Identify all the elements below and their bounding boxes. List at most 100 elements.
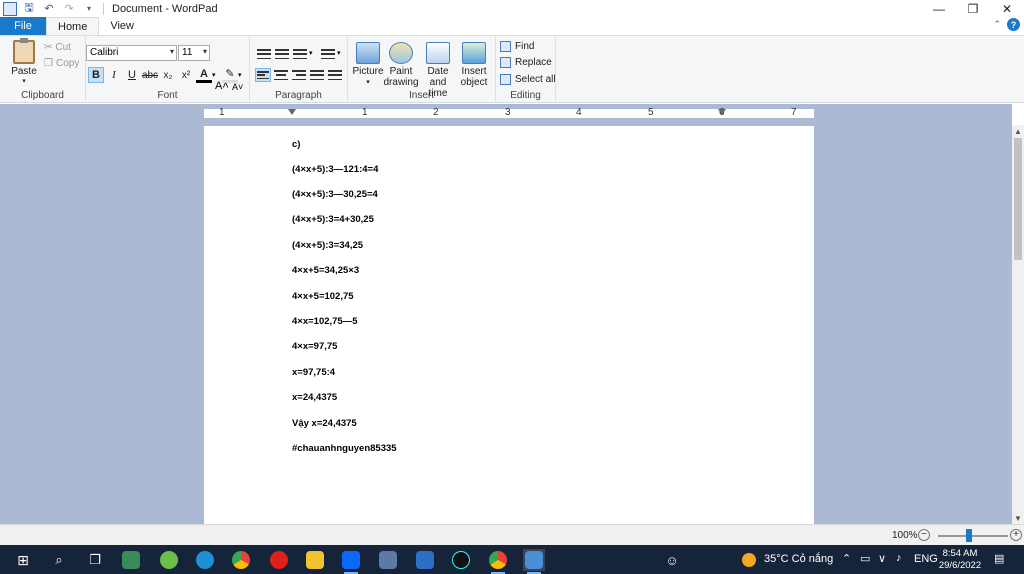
- volume-icon[interactable]: ♪: [896, 552, 902, 564]
- windows-start-icon[interactable]: ⊞: [12, 549, 34, 571]
- paste-dropdown-icon[interactable]: ▾: [22, 77, 26, 85]
- shrink-font-icon[interactable]: A˅: [232, 82, 243, 92]
- font-size-select[interactable]: 11 ▾: [178, 45, 210, 61]
- undo-icon[interactable]: ↶: [41, 2, 57, 16]
- minimize-ribbon-icon[interactable]: ⌃: [993, 19, 1001, 30]
- paint-drawing-button[interactable]: Paint drawing: [381, 42, 421, 88]
- tiktok-icon[interactable]: [450, 549, 472, 571]
- zoom-out-icon[interactable]: −: [918, 529, 930, 541]
- toolbar-separator: [103, 2, 104, 15]
- select-all-button[interactable]: Select all: [500, 74, 556, 85]
- bullets-icon[interactable]: [292, 47, 308, 61]
- highlight-icon[interactable]: ✎: [222, 67, 238, 83]
- ruler-number: 4: [576, 107, 582, 118]
- battery-icon[interactable]: ▭: [860, 552, 870, 565]
- scroll-up-icon[interactable]: ▲: [1012, 125, 1024, 137]
- ruler: 1 1 2 3 4 5 6 7: [0, 104, 1012, 122]
- wordpad-app-icon[interactable]: [3, 1, 17, 16]
- close-button[interactable]: ✕: [990, 0, 1024, 17]
- align-right-icon[interactable]: [291, 68, 307, 82]
- decrease-indent-icon[interactable]: [256, 47, 272, 61]
- paste-label: Paste: [11, 66, 37, 77]
- cut-button[interactable]: ✂ Cut: [44, 42, 71, 53]
- font-family-select[interactable]: Calibri ▾: [86, 45, 177, 61]
- find-button[interactable]: Find: [500, 41, 534, 52]
- zoom-slider-thumb[interactable]: [966, 529, 972, 542]
- vertical-scrollbar[interactable]: ▲ ▼: [1012, 125, 1024, 524]
- chrome-icon[interactable]: [230, 549, 252, 571]
- date-time-button[interactable]: Date and time: [418, 42, 458, 99]
- chevron-down-icon: ▾: [169, 47, 174, 56]
- paint-label-2: drawing: [383, 77, 419, 88]
- scroll-thumb[interactable]: [1014, 138, 1022, 260]
- redo-icon[interactable]: ↷: [61, 2, 77, 16]
- tab-view[interactable]: View: [99, 17, 145, 35]
- left-indent-marker[interactable]: [288, 109, 296, 115]
- line-spacing-icon[interactable]: [320, 47, 336, 61]
- zoom-level: 100%: [892, 530, 918, 541]
- app-icon-green[interactable]: [158, 549, 180, 571]
- chevron-down-icon[interactable]: ▾: [212, 71, 216, 79]
- search-icon[interactable]: ⌕: [48, 549, 70, 571]
- ribbon: Paste ▾ ✂ Cut ❐ Copy Clipboard Font Cali…: [0, 35, 1024, 103]
- replace-button[interactable]: Replace: [500, 57, 552, 68]
- title-bar: 🖫 ↶ ↷ ▾ Document - WordPad — ❐ ✕: [0, 0, 1024, 17]
- superscript-icon[interactable]: x²: [178, 67, 194, 83]
- object-icon: [462, 42, 486, 64]
- people-icon[interactable]: ☺: [661, 549, 683, 571]
- chevron-down-icon[interactable]: ▾: [238, 71, 242, 79]
- show-hidden-icons[interactable]: ⌃: [842, 552, 851, 565]
- customize-toolbar-icon[interactable]: ▾: [81, 2, 97, 16]
- edge-browser-icon[interactable]: [194, 549, 216, 571]
- text-color-icon[interactable]: A: [196, 67, 212, 83]
- chevron-down-icon[interactable]: ▾: [309, 49, 313, 57]
- underline-icon[interactable]: U: [124, 67, 140, 83]
- calculator-app-icon[interactable]: [120, 549, 142, 571]
- tab-home[interactable]: Home: [46, 17, 100, 35]
- copy-button[interactable]: ❐ Copy: [44, 58, 79, 69]
- save-icon[interactable]: 🖫: [21, 2, 37, 16]
- strikethrough-icon[interactable]: abc: [142, 67, 158, 83]
- clock-date: 29/6/2022: [938, 560, 982, 571]
- bold-icon[interactable]: B: [88, 67, 104, 83]
- opera-icon[interactable]: [268, 549, 290, 571]
- right-indent-marker[interactable]: [718, 109, 726, 115]
- wordpad-taskbar-icon[interactable]: [523, 549, 545, 574]
- scroll-down-icon[interactable]: ▼: [1012, 512, 1024, 524]
- camera-icon[interactable]: [377, 549, 399, 571]
- zoom-in-icon[interactable]: +: [1010, 529, 1022, 541]
- paste-button[interactable]: Paste ▾: [8, 38, 40, 86]
- increase-indent-icon[interactable]: [274, 47, 290, 61]
- zoom-slider-track[interactable]: [938, 535, 1008, 537]
- weather-text[interactable]: 35°C Cỏ nắng: [764, 553, 833, 565]
- paragraph-settings-icon[interactable]: [327, 68, 343, 82]
- document-line: 4×x+5=102,75: [292, 291, 354, 302]
- document-page[interactable]: c) (4×x+5):3—121:4=4 (4×x+5):3—30,25=4 (…: [204, 126, 814, 524]
- network-icon[interactable]: ∨: [878, 552, 886, 565]
- window-controls: — ❐ ✕: [922, 0, 1024, 17]
- chrome-running-icon[interactable]: [487, 549, 509, 574]
- clock[interactable]: 8:54 AM 29/6/2022: [934, 548, 986, 572]
- zalo-icon[interactable]: [340, 549, 362, 574]
- copy-icon: ❐: [44, 58, 53, 69]
- photos-icon[interactable]: [414, 549, 436, 571]
- file-explorer-icon[interactable]: [304, 549, 326, 571]
- help-icon[interactable]: ?: [1007, 18, 1020, 31]
- tab-file[interactable]: File: [0, 17, 46, 35]
- align-left-icon[interactable]: [255, 68, 271, 82]
- minimize-button[interactable]: —: [922, 0, 956, 17]
- subscript-icon[interactable]: x₂: [160, 67, 176, 83]
- taskbar: ⊞ ⌕ ❐ ☺ 35°C Cỏ nắng ⌃ ▭ ∨ ♪ ENG 8:54 AM…: [0, 545, 1024, 574]
- find-label: Find: [515, 41, 535, 52]
- align-center-icon[interactable]: [273, 68, 289, 82]
- justify-icon[interactable]: [309, 68, 325, 82]
- task-view-icon[interactable]: ❐: [84, 549, 106, 571]
- chevron-down-icon[interactable]: ▾: [337, 49, 341, 57]
- weather-sun-icon[interactable]: [742, 553, 756, 567]
- date-label-1: Date and: [427, 66, 449, 88]
- notifications-icon[interactable]: ▤: [994, 552, 1004, 565]
- italic-icon[interactable]: I: [106, 67, 122, 83]
- document-line: 4×x+5=34,25×3: [292, 265, 360, 276]
- insert-object-button[interactable]: Insert object: [454, 42, 494, 88]
- restore-button[interactable]: ❐: [956, 0, 990, 17]
